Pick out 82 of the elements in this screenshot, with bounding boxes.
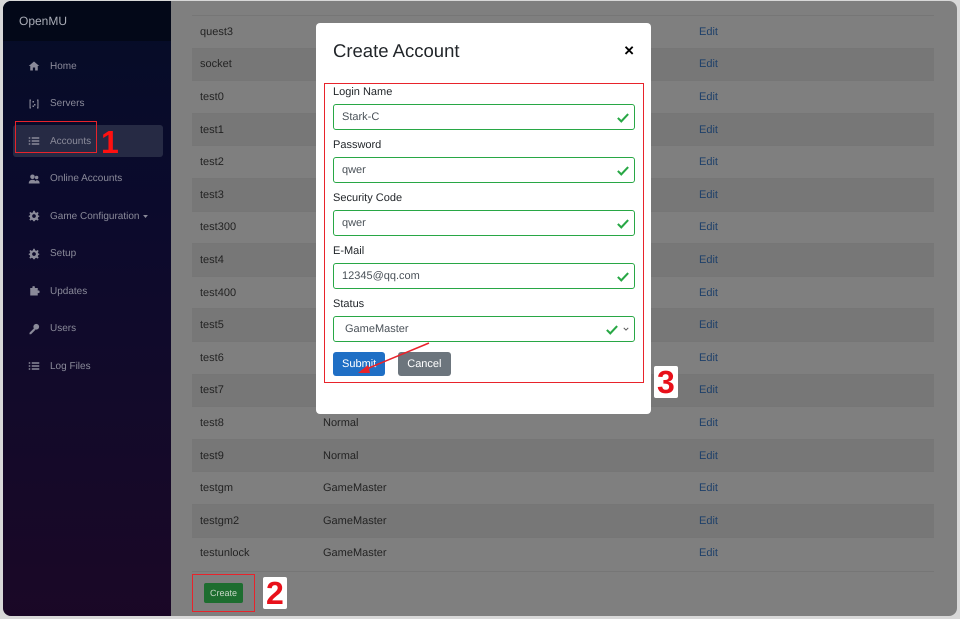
- table-cell-text: test6: [199, 352, 225, 364]
- table-cell-text: test3: [199, 188, 225, 201]
- table-cell-text: test1: [199, 124, 225, 136]
- list-icon: [28, 360, 40, 372]
- edit-link[interactable]: Edit: [699, 514, 718, 527]
- edit-link[interactable]: Edit: [699, 352, 718, 364]
- edit-link[interactable]: Edit: [699, 482, 718, 494]
- key-icon: [28, 322, 40, 334]
- dialog-title: Create Account: [333, 40, 460, 62]
- chevron-icon: [623, 327, 629, 331]
- annotation-number: 2: [263, 577, 287, 610]
- table-cell-text: test8: [199, 416, 225, 429]
- edit-link[interactable]: Edit: [699, 319, 718, 332]
- close-button[interactable]: ×: [624, 41, 634, 61]
- table-cell: Normal: [323, 416, 358, 429]
- table-cell: GameMaster: [323, 482, 387, 494]
- table-cell-text: test0: [199, 90, 225, 103]
- table-cell: GameMaster: [323, 514, 387, 527]
- check-icon: [617, 270, 629, 282]
- table-cell-text: test300: [199, 221, 238, 234]
- table-cell-text: testgm: [199, 482, 234, 494]
- table-cell-text: quest3: [199, 26, 234, 38]
- field-label: Status: [333, 298, 366, 310]
- edit-link[interactable]: Edit: [699, 90, 718, 103]
- edit-link[interactable]: Edit: [699, 547, 718, 560]
- bracket-icon: [28, 98, 40, 110]
- table-cell-text: socket: [199, 58, 233, 70]
- input-field[interactable]: qwer: [333, 210, 635, 236]
- nav-item[interactable]: Setup: [13, 238, 163, 270]
- submit-button[interactable]: Submit: [333, 352, 386, 376]
- table-cell-text: testunlock: [199, 547, 251, 560]
- edit-link[interactable]: Edit: [699, 188, 718, 201]
- table-cell-text: test400: [199, 286, 238, 299]
- edit-link[interactable]: Edit: [699, 221, 718, 234]
- check-icon: [617, 112, 629, 122]
- annotation-number: 1: [101, 126, 119, 158]
- table-cell-text: testgm2: [199, 514, 240, 527]
- field-label: Security Code: [333, 192, 404, 204]
- table-cell-text: test4: [199, 254, 225, 266]
- gear-icon: [28, 210, 40, 222]
- input-field[interactable]: 12345@qq.com: [333, 263, 635, 289]
- edit-link[interactable]: Edit: [699, 450, 718, 462]
- users-icon: [28, 172, 40, 184]
- nav-item[interactable]: Game Configuration: [13, 200, 163, 232]
- nav-item[interactable]: Log Files: [13, 350, 163, 382]
- annotation-number: 3: [654, 366, 678, 398]
- edit-link[interactable]: Edit: [699, 124, 718, 136]
- table-cell: GameMaster: [323, 547, 387, 560]
- check-icon: [617, 164, 629, 176]
- table-cell-text: test5: [199, 319, 225, 332]
- edit-link[interactable]: Edit: [699, 384, 718, 396]
- nav-item[interactable]: Servers: [13, 88, 163, 120]
- table-cell-text: test7: [199, 384, 225, 396]
- field-label: E-Mail: [333, 245, 366, 257]
- caret-icon: [142, 214, 148, 218]
- list-icon: [28, 135, 40, 147]
- field-label: Password: [333, 139, 382, 151]
- home-icon: [28, 60, 40, 72]
- edit-link[interactable]: Edit: [699, 416, 718, 429]
- table-cell: Normal: [323, 450, 358, 462]
- gear-icon: [28, 248, 40, 260]
- edit-link[interactable]: Edit: [699, 254, 718, 266]
- edit-link[interactable]: Edit: [699, 156, 718, 168]
- edit-link[interactable]: Edit: [699, 286, 718, 299]
- table-cell-text: test2: [199, 156, 225, 168]
- check-icon: [617, 218, 629, 228]
- nav-item[interactable]: Home: [13, 50, 163, 82]
- input-field[interactable]: Stark-C: [333, 104, 635, 130]
- nav-item[interactable]: Users: [13, 312, 163, 344]
- field-label: Login Name: [333, 86, 394, 98]
- edit-link[interactable]: Edit: [699, 58, 718, 70]
- cancel-button[interactable]: Cancel: [398, 352, 450, 376]
- edit-link[interactable]: Edit: [699, 26, 718, 38]
- table-cell-text: test9: [199, 450, 225, 462]
- create-button[interactable]: Create: [204, 583, 244, 604]
- nav-item[interactable]: Online Accounts: [13, 162, 163, 194]
- input-field[interactable]: qwer: [333, 157, 635, 183]
- brand-name: OpenMU: [19, 14, 68, 28]
- status-select[interactable]: GameMaster: [333, 316, 635, 342]
- check-icon: [606, 324, 618, 334]
- nav-item[interactable]: Updates: [13, 275, 163, 307]
- puzzle-icon: [28, 285, 40, 297]
